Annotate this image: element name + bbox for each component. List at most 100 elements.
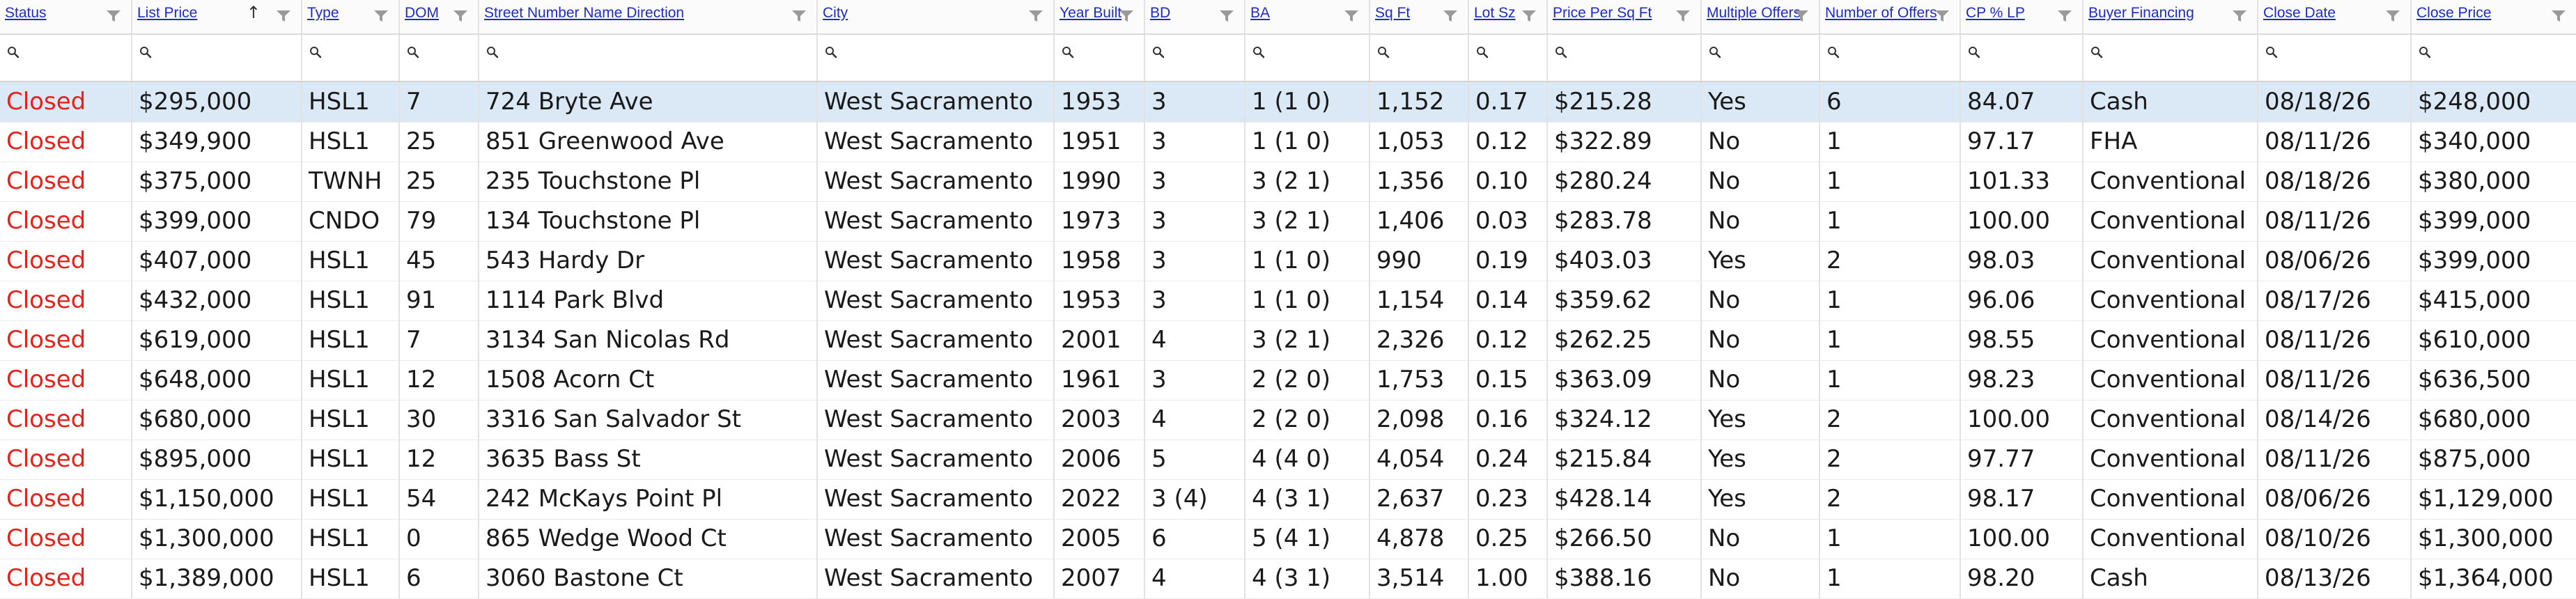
column-header-label[interactable]: Buyer Financing [2088,5,2194,21]
filter-funnel-icon[interactable] [1028,10,1043,22]
column-filter-input[interactable] [479,35,816,81]
sort-ascending-icon[interactable]: ↑ [247,3,261,22]
column-header-label[interactable]: Sq Ft [1375,5,1410,21]
column-header-label[interactable]: List Price [137,5,197,21]
column-header-label[interactable]: DOM [405,5,439,21]
column-header-label[interactable]: Close Price [2416,5,2491,21]
column-header-label[interactable]: BA [1250,5,1270,21]
column-header-ba[interactable]: BA [1246,0,1370,33]
column-header-label[interactable]: City [823,5,848,21]
filter-funnel-icon[interactable] [2057,10,2072,22]
column-filter-input[interactable] [1702,35,1819,81]
table-row[interactable]: Closed $407,000 HSL1 45 543 Hardy Dr West Sac… [0,241,2576,281]
filter-funnel-icon[interactable] [1521,10,1537,22]
column-header-multiple-offers[interactable]: Multiple Offers [1702,0,1820,33]
filter-funnel-icon[interactable] [1675,10,1691,22]
cell-lot-sz: 0.23 [1469,479,1548,519]
cell-num-offers: 1 [1820,320,1961,360]
column-filter-input[interactable] [1145,35,1244,81]
column-header-ppsf[interactable]: Price Per Sq Ft [1548,0,1702,33]
filter-funnel-icon[interactable] [791,10,807,22]
column-filter-input[interactable] [1961,35,2082,81]
filter-funnel-icon[interactable] [1344,10,1359,22]
column-header-lot-sz[interactable]: Lot Sz [1469,0,1548,33]
filter-funnel-icon[interactable] [1443,10,1458,22]
table-row[interactable]: Closed $648,000 HSL1 12 1508 Acorn Ct West Sa… [0,360,2576,400]
column-header-label[interactable]: Multiple Offers [1707,5,1801,21]
cell-cp-lp: 98.23 [1961,360,2084,400]
cell-cp-lp: 98.17 [1961,479,2084,519]
column-header-type[interactable]: Type [302,0,400,33]
filter-funnel-icon[interactable] [2551,10,2566,22]
column-header-buyer-financing[interactable]: Buyer Financing [2084,0,2258,33]
column-filter-input[interactable] [302,35,398,81]
cell-list-price: $895,000 [132,439,302,479]
column-header-label[interactable]: Number of Offers [1825,5,1937,21]
column-filter-input[interactable] [2084,35,2257,81]
cell-year-built: 1973 [1055,201,1145,241]
column-filter-input[interactable] [1370,35,1468,81]
table-row[interactable]: Closed $1,389,000 HSL1 6 3060 Bastone Ct West… [0,559,2576,599]
column-header-close-date[interactable]: Close Date [2258,0,2412,33]
column-header-label[interactable]: BD [1150,5,1170,21]
column-header-label[interactable]: Close Date [2263,5,2336,21]
filter-funnel-icon[interactable] [1119,10,1134,22]
column-header-label[interactable]: CP % LP [1966,5,2025,21]
filter-funnel-icon[interactable] [453,10,468,22]
column-header-list-price[interactable]: List Price ↑ [132,0,302,33]
table-row[interactable]: Closed $432,000 HSL1 91 1114 Park Blvd West S… [0,281,2576,321]
column-header-bd[interactable]: BD [1145,0,1246,33]
column-header-city[interactable]: City [818,0,1055,33]
filter-funnel-icon[interactable] [106,10,121,22]
cell-bd: 4 [1145,400,1246,439]
filter-funnel-icon[interactable] [373,10,389,22]
column-filter-input[interactable] [1246,35,1369,81]
table-row[interactable]: Closed $680,000 HSL1 30 3316 San Salvador St… [0,400,2576,440]
filter-funnel-icon[interactable] [1794,10,1809,22]
column-header-label[interactable]: Type [307,5,339,21]
filter-funnel-icon[interactable] [2385,10,2400,22]
cell-sqft: 1,053 [1370,122,1469,162]
column-filter-input[interactable] [1469,35,1546,81]
cell-lot-sz: 1.00 [1469,559,1548,598]
filter-funnel-icon[interactable] [2232,10,2247,22]
table-row[interactable]: Closed $375,000 TWNH 25 235 Touchstone Pl Wes… [0,162,2576,202]
table-row[interactable]: Closed $349,900 HSL1 25 851 Greenwood Ave Wes… [0,122,2576,162]
column-filter-input[interactable] [1820,35,1960,81]
column-filter-input[interactable] [2412,35,2576,81]
filter-funnel-icon[interactable] [276,10,291,22]
column-header-label[interactable]: Price Per Sq Ft [1553,5,1652,21]
column-filter-input[interactable] [0,35,131,81]
column-header-cp-lp[interactable]: CP % LP [1961,0,2084,33]
column-filter-input[interactable] [400,35,478,81]
cell-num-offers: 1 [1820,201,1961,241]
filter-cell-num-offers [1820,35,1961,81]
column-filter-input[interactable] [132,35,301,81]
cell-cp-lp: 97.77 [1961,439,2084,479]
column-filter-input[interactable] [818,35,1053,81]
column-filter-input[interactable] [1055,35,1144,81]
column-header-label[interactable]: Year Built [1060,5,1122,21]
cell-dom: 12 [400,360,479,400]
column-header-close-price[interactable]: Close Price [2412,0,2576,33]
table-row[interactable]: Closed $1,150,000 HSL1 54 242 McKays Point P… [0,479,2576,520]
cell-dom: 6 [400,559,479,598]
column-filter-input[interactable] [2258,35,2410,81]
column-header-label[interactable]: Street Number Name Direction [484,5,684,21]
table-row[interactable]: Closed $1,300,000 HSL1 0 865 Wedge Wood Ct We… [0,519,2576,559]
column-header-sqft[interactable]: Sq Ft [1370,0,1469,33]
column-header-num-offers[interactable]: Number of Offers [1820,0,1961,33]
table-row[interactable]: Closed $295,000 HSL1 7 724 Bryte Ave West Sac… [0,82,2576,123]
column-header-label[interactable]: Status [5,5,47,21]
table-row[interactable]: Closed $895,000 HSL1 12 3635 Bass St West Sac… [0,439,2576,480]
column-header-dom[interactable]: DOM [400,0,479,33]
column-header-label[interactable]: Lot Sz [1474,5,1516,21]
table-row[interactable]: Closed $399,000 CNDO 79 134 Touchstone Pl Wes… [0,201,2576,242]
filter-funnel-icon[interactable] [1219,10,1234,22]
column-header-status[interactable]: Status [0,0,132,33]
filter-funnel-icon[interactable] [1934,10,1950,22]
column-filter-input[interactable] [1548,35,1700,81]
column-header-year-built[interactable]: Year Built [1055,0,1145,33]
table-row[interactable]: Closed $619,000 HSL1 7 3134 San Nicolas Rd We… [0,320,2576,361]
column-header-street[interactable]: Street Number Name Direction [479,0,818,33]
